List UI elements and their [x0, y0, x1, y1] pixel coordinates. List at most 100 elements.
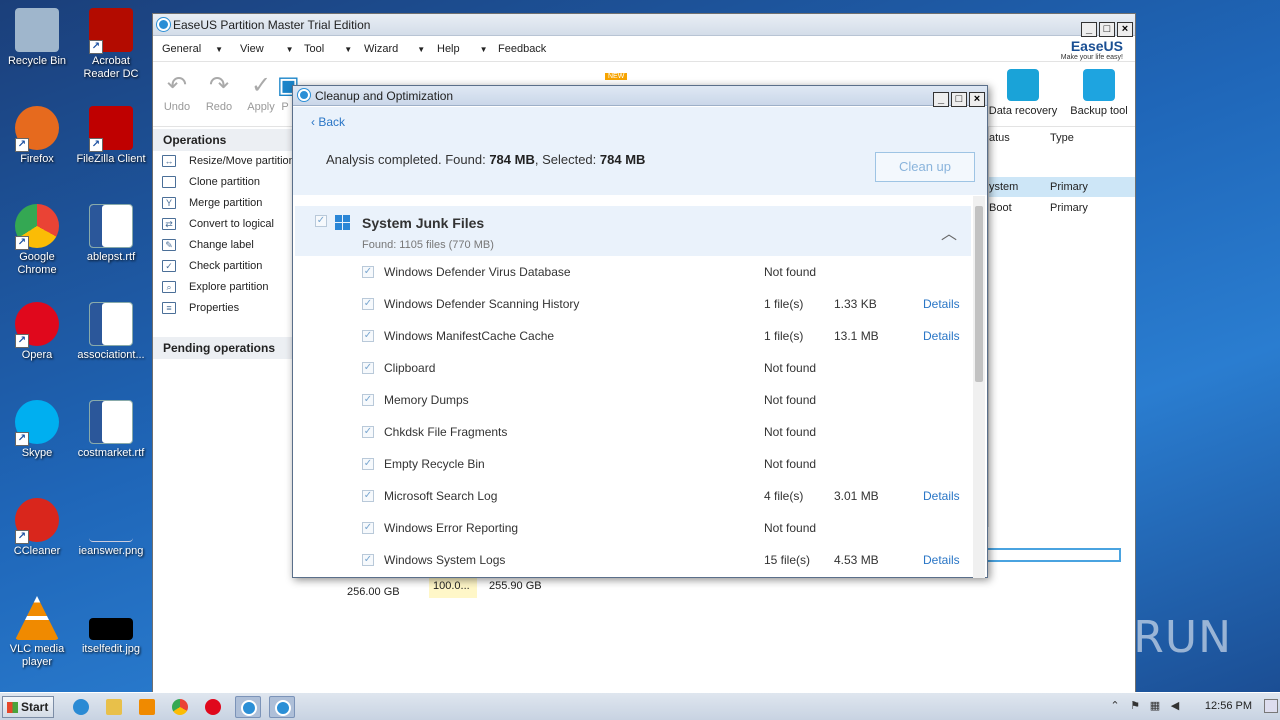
item-checkbox[interactable]: ✓: [362, 458, 374, 470]
network-icon[interactable]: ▦: [1148, 700, 1162, 713]
maximize-button[interactable]: □: [1099, 22, 1115, 37]
item-checkbox[interactable]: ✓: [362, 394, 374, 406]
explore-icon: ⌕: [162, 281, 176, 293]
disk-segment-1[interactable]: 100.0...: [429, 578, 477, 598]
chevron-up-icon[interactable]: ︿: [941, 220, 957, 244]
clock[interactable]: 12:56 PM: [1205, 700, 1252, 712]
desktop-icon-label: Skype: [21, 447, 53, 459]
desktop-icon-vlc[interactable]: VLC media player: [0, 596, 74, 669]
details-link[interactable]: Details: [923, 297, 960, 311]
category-checkbox[interactable]: ✓: [315, 215, 327, 227]
opera-icon: ↗: [15, 302, 59, 348]
taskbar-media[interactable]: [134, 696, 160, 718]
disk-map: 256.00 GB 100.0... 255.90 GB: [343, 548, 1133, 604]
disk-segment-2[interactable]: 255.90 GB: [489, 580, 542, 592]
item-checkbox[interactable]: ✓: [362, 426, 374, 438]
chrome-icon: [172, 699, 188, 715]
item-checkbox[interactable]: ✓: [362, 330, 374, 342]
partition-row[interactable]: ystem Primary: [989, 177, 1135, 197]
desktop-icon-associationt[interactable]: associationt...: [74, 302, 148, 362]
minimize-button[interactable]: _: [1081, 22, 1097, 37]
maximize-button[interactable]: □: [951, 92, 967, 107]
chevron-down-icon: ▼: [215, 45, 224, 54]
desktop-icon-acrobat[interactable]: ↗ Acrobat Reader DC: [74, 8, 148, 81]
data-recovery-button[interactable]: Data recovery: [987, 69, 1059, 117]
details-link[interactable]: Details: [923, 329, 960, 343]
item-checkbox[interactable]: ✓: [362, 362, 374, 374]
list-item: ✓ Chkdsk File Fragments Not found: [362, 425, 817, 439]
desktop-icon-skype[interactable]: ↗ Skype: [0, 400, 74, 460]
desktop-icon-ieanswer[interactable]: ieanswer.png: [74, 498, 148, 558]
analysis-summary: Analysis completed. Found: 784 MB, Selec…: [326, 152, 646, 167]
taskbar-easeus-1[interactable]: [235, 696, 261, 718]
partial-toolbar-button[interactable]: ▣ P: [277, 71, 300, 113]
desktop-icon-recycle-bin[interactable]: Recycle Bin: [0, 8, 74, 68]
item-checkbox[interactable]: ✓: [362, 298, 374, 310]
list-item: ✓ Windows System Logs 15 file(s) 4.53 MB Det…: [362, 553, 960, 567]
item-checkbox[interactable]: ✓: [362, 266, 374, 278]
merge-icon: Y: [162, 197, 176, 209]
menu-wizard[interactable]: Wizard ▼: [364, 43, 425, 55]
apply-button[interactable]: ✓ Apply: [241, 71, 281, 113]
chevron-down-icon: ▼: [344, 45, 353, 54]
item-checkbox[interactable]: ✓: [362, 490, 374, 502]
desktop-icon-costmarket[interactable]: costmarket.rtf: [74, 400, 148, 460]
item-checkbox[interactable]: ✓: [362, 554, 374, 566]
column-type: Type: [1050, 132, 1074, 144]
desktop-icon-ccleaner[interactable]: ↗ CCleaner: [0, 498, 74, 558]
desktop-icon-filezilla[interactable]: ↗ FileZilla Client: [74, 106, 148, 166]
show-hidden-icons-icon[interactable]: ⌃: [1108, 700, 1122, 713]
dialog-title-bar: Cleanup and Optimization _ □ ×: [293, 86, 987, 107]
toolbar-icon: ▣: [277, 72, 300, 99]
main-title-bar: EaseUS Partition Master Trial Edition _ □…: [153, 14, 1135, 37]
desktop-icon-label: associationt...: [77, 349, 145, 361]
desktop-icon-ablepst[interactable]: ablepst.rtf: [74, 204, 148, 264]
item-checkbox[interactable]: ✓: [362, 522, 374, 534]
scroll-thumb[interactable]: [975, 206, 983, 382]
undo-icon: ↶: [166, 72, 188, 99]
partition-row[interactable]: Boot Primary: [989, 198, 1135, 218]
menu-view[interactable]: View ▼: [240, 43, 294, 55]
desktop-icon-firefox[interactable]: ↗ Firefox: [0, 106, 74, 166]
desktop-icon-label: Firefox: [20, 153, 54, 165]
clean-up-button[interactable]: Clean up: [875, 152, 975, 182]
taskbar-easeus-2[interactable]: [269, 696, 295, 718]
taskbar-explorer[interactable]: [101, 696, 127, 718]
window-title: EaseUS Partition Master Trial Edition: [173, 18, 371, 32]
flag-icon[interactable]: ⚑: [1128, 700, 1142, 713]
windows-icon: [335, 215, 350, 230]
backup-tool-button[interactable]: Backup tool: [1063, 69, 1135, 117]
menu-feedback[interactable]: Feedback: [498, 43, 546, 55]
properties-icon: ≡: [162, 302, 176, 314]
taskbar-chrome[interactable]: [167, 696, 193, 718]
redo-button[interactable]: ↷ Redo: [199, 71, 239, 113]
desktop-icon-opera[interactable]: ↗ Opera: [0, 302, 74, 362]
list-item: ✓ Windows Defender Virus Database Not foun…: [362, 265, 817, 279]
volume-icon[interactable]: ◀: [1168, 700, 1182, 713]
category-title: System Junk Files: [362, 215, 485, 231]
details-link[interactable]: Details: [923, 553, 960, 567]
dialog-scrollbar[interactable]: [973, 196, 985, 578]
back-link[interactable]: ‹ Back: [311, 115, 345, 129]
word-doc-icon: [89, 204, 133, 248]
close-button[interactable]: ×: [1117, 22, 1133, 37]
chevron-down-icon: ▼: [417, 45, 426, 54]
menu-help[interactable]: Help ▼: [437, 43, 488, 55]
partition-list: atus Type ystem Primary Boot Primary: [988, 127, 1135, 527]
minimize-button[interactable]: _: [933, 92, 949, 107]
taskbar-opera[interactable]: [200, 696, 226, 718]
cleanup-dialog: Cleanup and Optimization _ □ × ‹ Back Anal…: [292, 85, 988, 578]
show-desktop-button[interactable]: [1264, 699, 1278, 713]
image-file-icon: [89, 498, 133, 542]
close-button[interactable]: ×: [969, 92, 985, 107]
desktop-icon-itselfedit[interactable]: itselfedit.jpg: [74, 596, 148, 656]
start-button[interactable]: Start: [2, 696, 54, 718]
taskbar-ie[interactable]: [68, 696, 94, 718]
details-link[interactable]: Details: [923, 489, 960, 503]
category-system-junk[interactable]: ✓ System Junk Files Found: 1105 files (7…: [295, 206, 971, 256]
undo-button[interactable]: ↶ Undo: [157, 71, 197, 113]
desktop-icon-chrome[interactable]: ↗ Google Chrome: [0, 204, 74, 277]
taskbar: Start ⌃ ⚑ ▦ ◀ 12:56 PM: [0, 692, 1280, 720]
menu-general[interactable]: General ▼: [162, 43, 223, 55]
menu-tool[interactable]: Tool ▼: [304, 43, 352, 55]
